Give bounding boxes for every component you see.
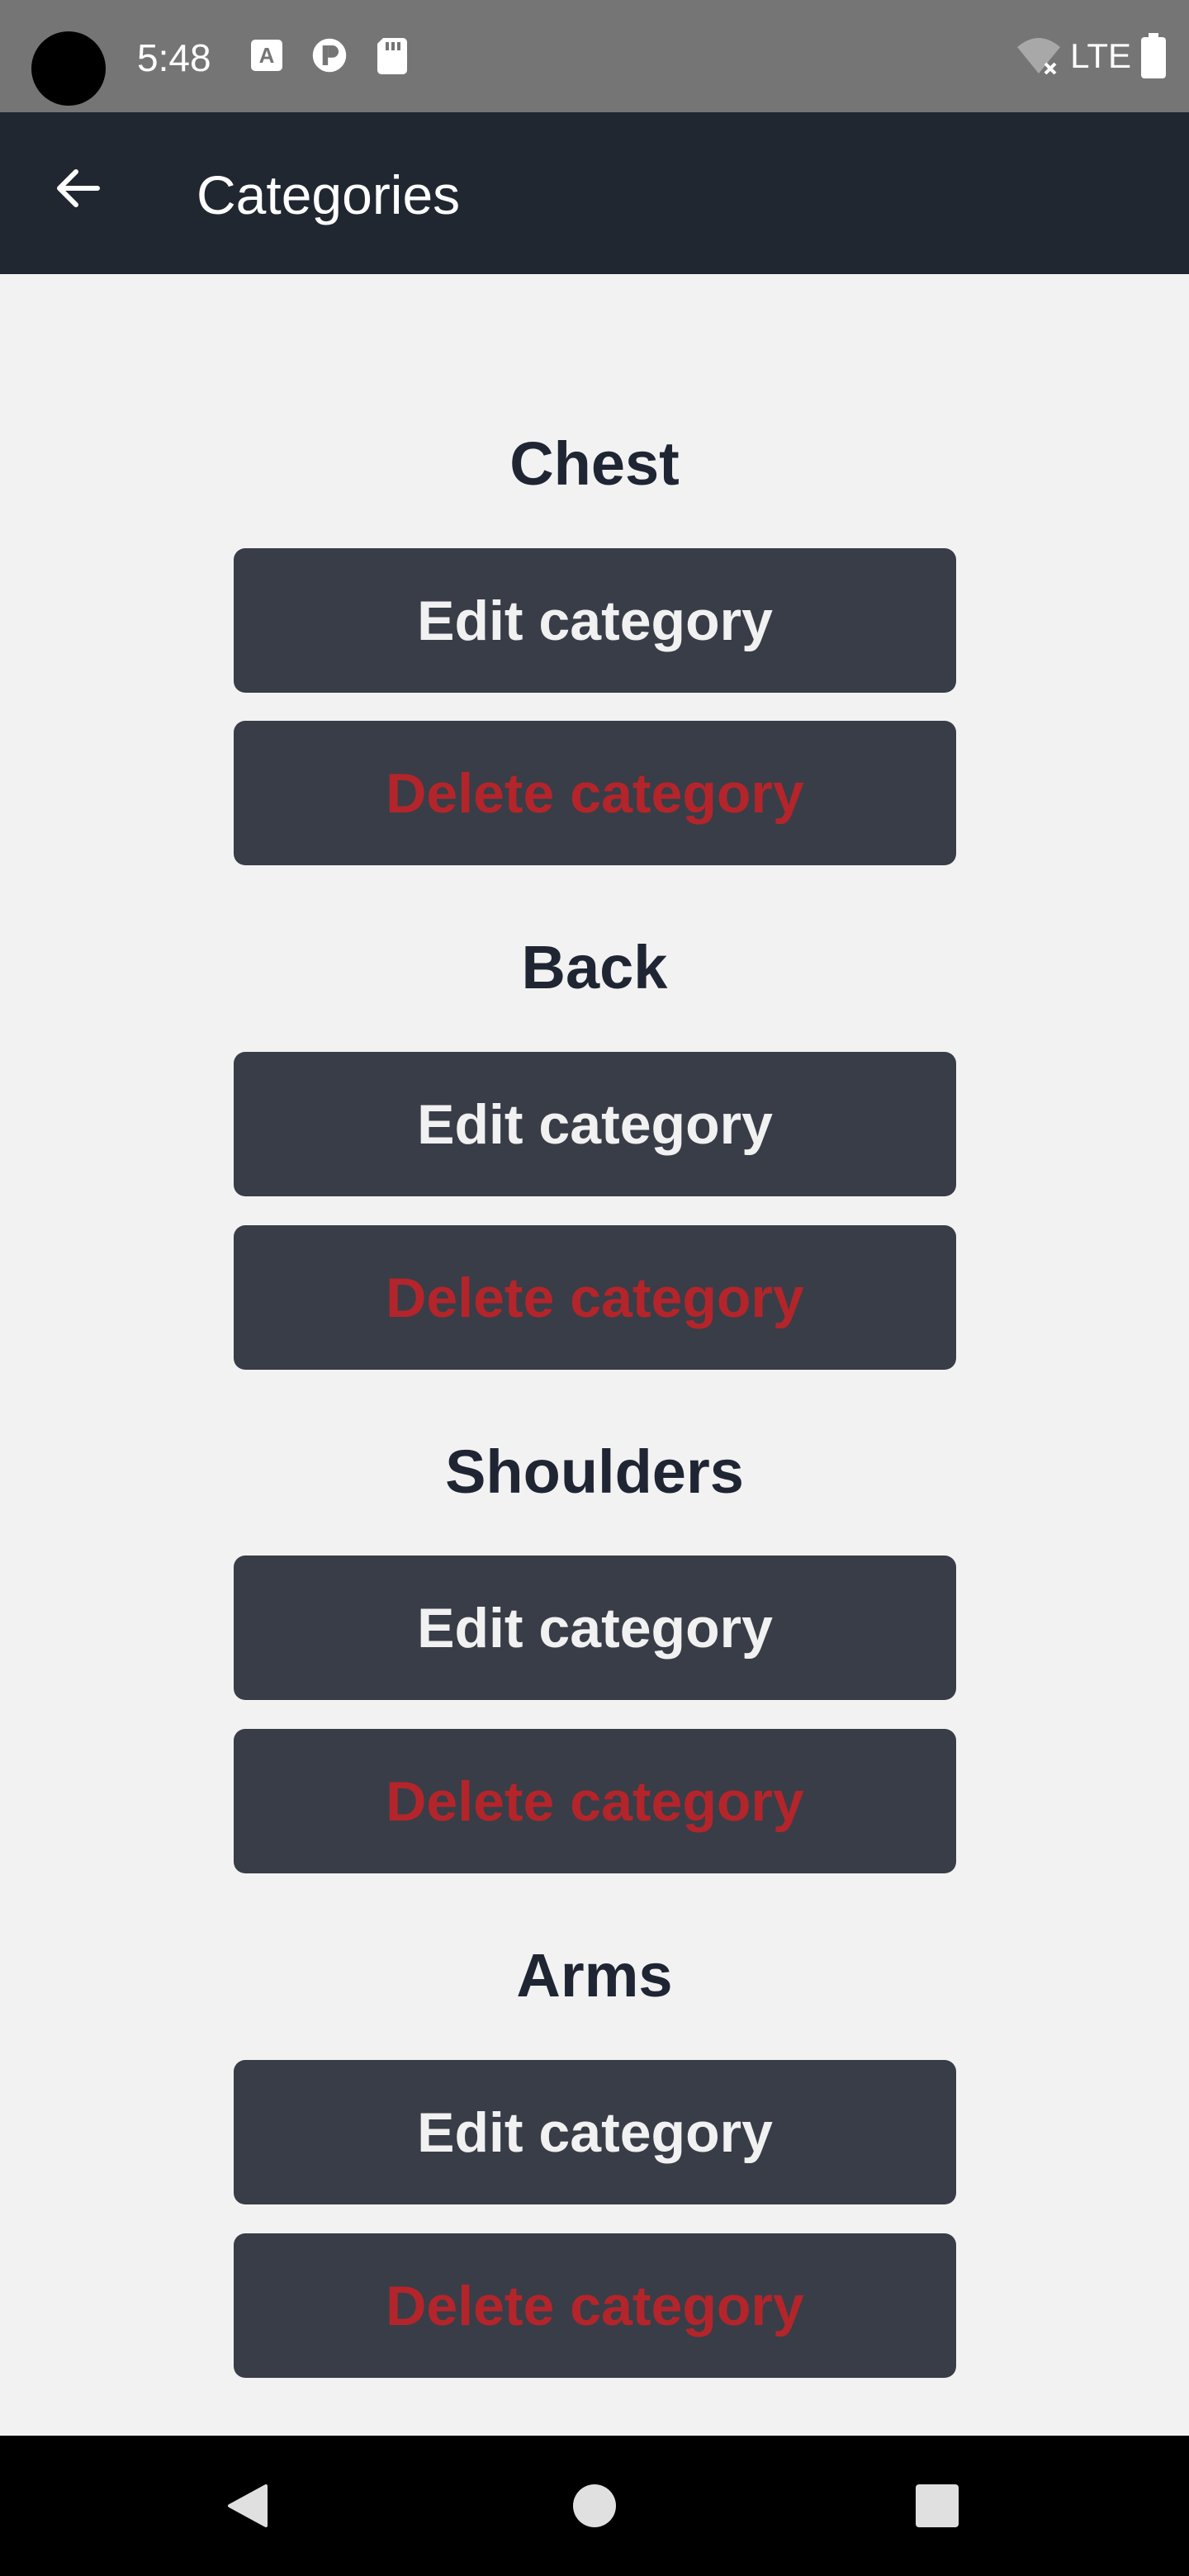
status-time: 5:48 — [137, 36, 211, 79]
battery-icon — [1141, 33, 1166, 78]
category-title: Arms — [516, 1941, 673, 2010]
app-bar — [0, 112, 1189, 274]
status-bar: 5:48 A LTE — [0, 0, 1189, 112]
a-icon: A — [251, 40, 282, 71]
nav-home-button[interactable] — [557, 2469, 632, 2543]
network-type-label: LTE — [1070, 36, 1131, 75]
nav-back-button[interactable] — [211, 2469, 285, 2543]
home-circle-icon — [573, 2484, 616, 2527]
category-title: Chest — [509, 429, 680, 498]
arrow-left-icon — [57, 169, 100, 207]
delete-category-button[interactable]: Delete category — [234, 2233, 956, 2378]
wifi-off-icon — [1017, 38, 1061, 75]
nav-recents-button[interactable] — [900, 2469, 974, 2543]
status-icons-left: A — [248, 35, 411, 76]
back-button[interactable] — [36, 147, 119, 230]
edit-category-button[interactable]: Edit category — [234, 1556, 956, 1700]
page-title: Categories — [197, 164, 461, 225]
recents-square-icon — [916, 2484, 959, 2527]
edit-category-button[interactable]: Edit category — [234, 1052, 956, 1196]
svg-text:A: A — [259, 43, 275, 68]
back-triangle-icon — [228, 2484, 268, 2527]
delete-category-button[interactable]: Delete category — [234, 1729, 956, 1873]
p-icon — [312, 38, 347, 73]
edit-category-button[interactable]: Edit category — [234, 2060, 956, 2204]
delete-category-button[interactable]: Delete category — [234, 1225, 956, 1370]
category-title: Shoulders — [445, 1437, 744, 1506]
edit-category-button[interactable]: Edit category — [234, 548, 956, 693]
category-title: Back — [521, 933, 668, 1002]
status-icons-right: LTE — [1016, 33, 1168, 79]
delete-category-button[interactable]: Delete category — [234, 721, 956, 865]
camera-cutout — [31, 31, 106, 106]
sd-card-icon — [377, 38, 407, 74]
